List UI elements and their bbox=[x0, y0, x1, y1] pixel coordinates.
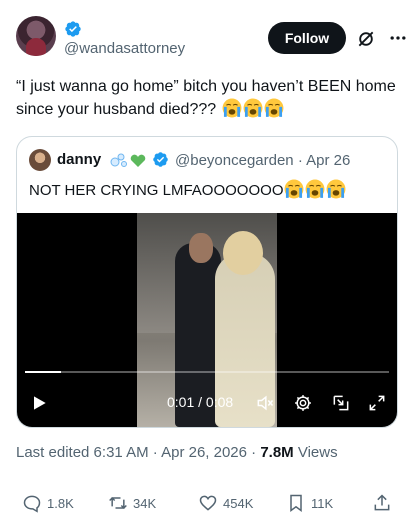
verified-badge-icon bbox=[65, 21, 81, 37]
verified-badge-icon bbox=[153, 152, 168, 167]
loudly-crying-face-icon bbox=[306, 179, 325, 199]
quoted-text-body: NOT HER CRYING LMFAOOOOOOO bbox=[29, 182, 284, 199]
tweet-header: @wandasattorney Follow bbox=[16, 16, 408, 64]
video-player[interactable]: 0:01 / 0:08 bbox=[17, 213, 397, 427]
more-options-icon[interactable] bbox=[388, 28, 408, 48]
reply-count: 1.8K bbox=[47, 495, 74, 511]
views-label: Views bbox=[293, 444, 338, 461]
avatar[interactable] bbox=[16, 16, 56, 56]
repost-button[interactable]: 34K bbox=[108, 488, 156, 518]
fullscreen-icon[interactable] bbox=[367, 393, 387, 413]
quoted-author-name[interactable]: danny bbox=[57, 151, 101, 168]
quoted-date[interactable]: Apr 26 bbox=[306, 152, 350, 169]
loudly-crying-face-icon bbox=[285, 179, 304, 199]
repost-icon bbox=[109, 496, 127, 510]
bookmark-icon bbox=[290, 494, 302, 512]
quoted-text: NOT HER CRYING LMFAOOOOOOO bbox=[29, 179, 346, 199]
reply-icon bbox=[23, 495, 41, 513]
loudly-crying-face-icon bbox=[243, 98, 263, 118]
quoted-avatar[interactable] bbox=[29, 149, 51, 171]
picture-in-picture-icon[interactable] bbox=[331, 393, 351, 413]
tweet-text-body: “I just wanna go home” bitch you haven’t… bbox=[16, 78, 396, 118]
like-button[interactable]: 454K bbox=[198, 488, 253, 518]
tweet-text: “I just wanna go home” bitch you haven’t… bbox=[16, 76, 406, 121]
quoted-handle[interactable]: @beyoncegarden bbox=[175, 152, 294, 169]
tweet-timestamp-views: Last edited 6:31 AM · Apr 26, 2026 · 7.8… bbox=[16, 444, 338, 461]
video-time: 0:01 / 0:08 bbox=[167, 394, 234, 410]
share-button[interactable] bbox=[372, 488, 397, 518]
name-decoration-icon bbox=[110, 153, 146, 167]
play-icon[interactable] bbox=[29, 393, 49, 413]
action-bar: 1.8K 34K 454K 11K bbox=[0, 488, 418, 518]
quoted-tweet-header: danny @beyoncegarden · Apr 26 bbox=[29, 149, 385, 171]
edited-timestamp[interactable]: Last edited 6:31 AM · Apr 26, 2026 · bbox=[16, 444, 260, 461]
volume-muted-icon[interactable] bbox=[255, 393, 275, 413]
bookmark-count: 11K bbox=[311, 495, 334, 511]
author-handle[interactable]: @wandasattorney bbox=[64, 40, 185, 57]
heart-icon bbox=[199, 495, 217, 511]
loudly-crying-face-icon bbox=[327, 179, 346, 199]
loudly-crying-face-icon bbox=[264, 98, 284, 118]
settings-gear-icon[interactable] bbox=[293, 393, 313, 413]
bookmark-button[interactable]: 11K bbox=[286, 488, 333, 518]
meta-separator: · bbox=[297, 152, 303, 169]
follow-button[interactable]: Follow bbox=[268, 22, 346, 54]
reply-button[interactable]: 1.8K bbox=[22, 488, 74, 518]
share-icon bbox=[374, 494, 390, 511]
loudly-crying-face-icon bbox=[222, 98, 242, 118]
like-count: 454K bbox=[223, 495, 254, 511]
quoted-meta: @beyoncegarden · Apr 26 bbox=[175, 152, 350, 169]
views-count: 7.8M bbox=[260, 444, 294, 461]
grok-icon[interactable] bbox=[356, 29, 376, 49]
video-progress-fill bbox=[25, 371, 62, 373]
quoted-tweet[interactable]: danny @beyoncegarden · Apr 26 NOT HER CR… bbox=[16, 136, 398, 428]
repost-count: 34K bbox=[133, 495, 157, 511]
video-progress-bar[interactable] bbox=[25, 371, 389, 373]
